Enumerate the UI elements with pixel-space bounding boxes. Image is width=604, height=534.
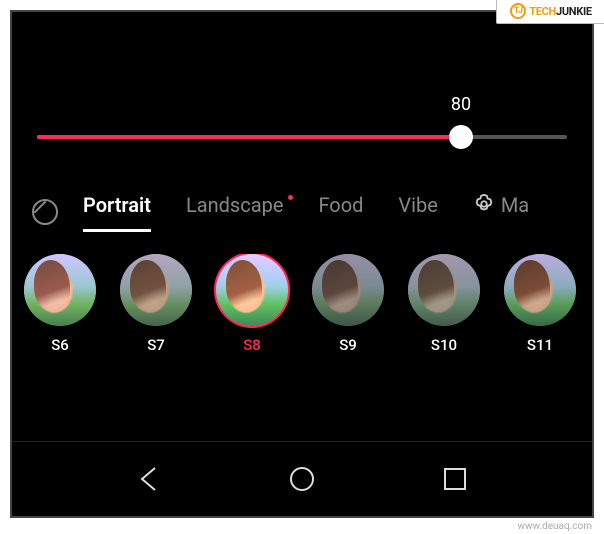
nav-back-icon[interactable]: [135, 464, 165, 494]
filter-thumbnail[interactable]: [504, 254, 576, 326]
slider-value-label: 80: [451, 94, 471, 115]
slider-fill: [37, 135, 461, 139]
filter-label: S11: [527, 336, 553, 354]
nav-recent-icon[interactable]: [440, 464, 470, 494]
intensity-slider[interactable]: 80: [37, 122, 567, 152]
watermark-logo-icon: TJ: [510, 3, 526, 19]
filter-label: S9: [339, 336, 357, 354]
filter-item-s6[interactable]: S6: [12, 254, 108, 354]
filter-item-s7[interactable]: S7: [108, 254, 204, 354]
no-filter-icon[interactable]: [32, 199, 58, 225]
watermark-brand-tech: TECH: [529, 5, 556, 18]
filter-item-s10[interactable]: S10: [396, 254, 492, 354]
filter-thumbnail[interactable]: [408, 254, 480, 326]
settings-gear-icon[interactable]: [473, 193, 495, 215]
tab-portrait[interactable]: Portrait: [83, 193, 151, 232]
slider-thumb[interactable]: [449, 125, 473, 149]
filter-label: S6: [51, 336, 69, 354]
tab-indicator-dot: [288, 195, 293, 200]
nav-home-icon[interactable]: [287, 464, 317, 494]
filter-item-s11[interactable]: S11: [492, 254, 588, 354]
filter-item-s8[interactable]: S8: [204, 254, 300, 354]
filter-label: S8: [243, 336, 261, 354]
android-navbar: [12, 441, 592, 516]
filter-label: S10: [431, 336, 457, 354]
filter-item-s9[interactable]: S9: [300, 254, 396, 354]
filter-thumbnail[interactable]: [24, 254, 96, 326]
filter-thumbnail[interactable]: [312, 254, 384, 326]
filter-label: S7: [147, 336, 165, 354]
tab-landscape[interactable]: Landscape: [186, 193, 283, 229]
watermark-techjunkie: TJ TECHJUNKIE: [496, 0, 604, 24]
watermark-brand-junkie: JUNKIE: [556, 5, 592, 18]
tab-food[interactable]: Food: [318, 193, 363, 229]
filter-strip[interactable]: S6 S7 S8 S9 S10 S11: [10, 254, 594, 354]
filter-thumbnail[interactable]: [216, 254, 288, 326]
tab-ma[interactable]: Ma: [501, 193, 529, 229]
category-tabs: Portrait Landscape Food Vibe Ma: [12, 187, 592, 237]
filter-thumbnail[interactable]: [120, 254, 192, 326]
tab-vibe[interactable]: Vibe: [398, 193, 437, 229]
source-url: www.deuaq.com: [518, 521, 593, 532]
app-screen: 80 PortraitLandscapeFoodVibeMa S6S7S8S9S…: [10, 10, 594, 518]
